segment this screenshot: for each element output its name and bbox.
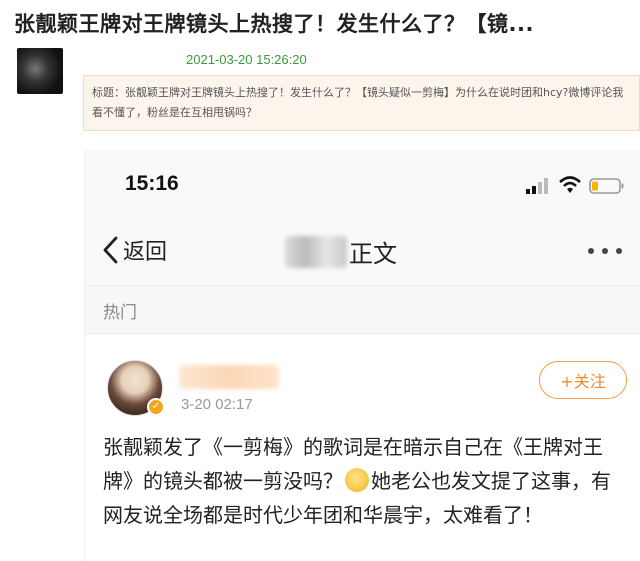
comment-text: 张靓颖发了《一剪梅》的歌词是在暗示自己在《王牌对王牌》的镜头都被一剪没吗？ 她老公…	[103, 430, 629, 532]
post-time: 2021-03-20 15:26:20	[186, 52, 307, 67]
blurred-username[interactable]	[179, 365, 279, 389]
signal-icon	[526, 178, 548, 194]
status-time: 15:16	[125, 172, 179, 195]
author-avatar[interactable]	[17, 48, 63, 94]
nav-title-text: 正文	[349, 240, 397, 268]
article-title: 张靓颖王牌对王牌镜头上热搜了！发生什么了？【镜...	[14, 12, 534, 36]
section-label: 热门	[103, 303, 137, 323]
back-label: 返回	[123, 240, 168, 265]
back-chevron-icon	[103, 236, 118, 264]
more-icon[interactable]	[585, 244, 625, 258]
wifi-icon	[559, 176, 581, 193]
summary-box: 标题：张靓颖王牌对王牌镜头上热搜了！发生什么了？【镜头疑似一剪梅】为什么在说时团…	[83, 75, 640, 131]
emoji-icon	[345, 468, 369, 492]
blurred-name	[285, 235, 347, 268]
battery-icon	[589, 178, 624, 194]
verified-badge: ✓	[147, 398, 165, 416]
status-bar: 15:16	[85, 150, 640, 216]
follow-button[interactable]: +关注	[539, 361, 627, 399]
comment-time: 3-20 02:17	[181, 396, 253, 413]
section-header: 热门	[85, 286, 640, 334]
phone-screenshot: 15:16 返回 正文 热门 ✓ 3-20 02:17 +关注 张靓颖发了《一剪…	[84, 150, 640, 561]
nav-bar: 返回 正文	[85, 216, 640, 286]
nav-title: 正文	[285, 234, 397, 269]
back-button[interactable]: 返回	[101, 232, 167, 268]
